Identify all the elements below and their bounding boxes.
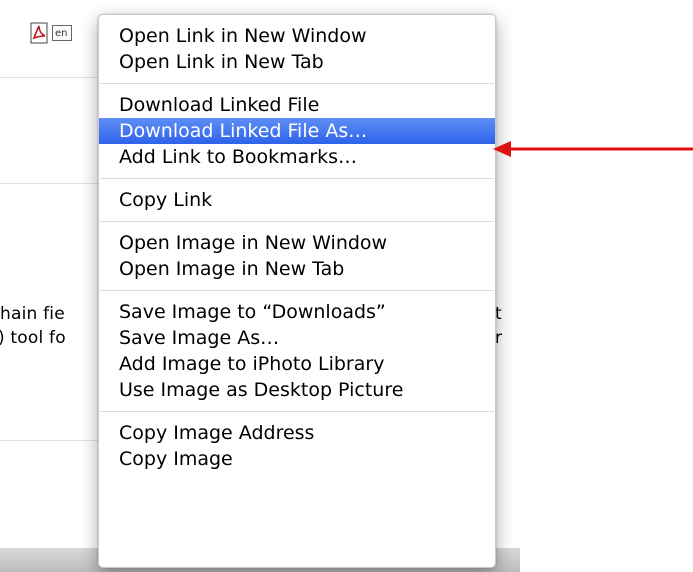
document-icon[interactable]: en [52,25,72,41]
menu-item-use-image-as-desktop-picture[interactable]: Use Image as Desktop Picture [99,377,495,403]
menu-separator [100,290,494,291]
menu-item-open-link-in-new-tab[interactable]: Open Link in New Tab [99,49,495,75]
menu-item-save-image-to-downloads[interactable]: Save Image to “Downloads” [99,299,495,325]
menu-separator [100,83,494,84]
divider [0,77,100,78]
file-icons: en [30,22,72,44]
menu-separator [100,411,494,412]
body-text-fragment: hain fie [0,304,65,324]
menu-item-download-linked-file[interactable]: Download Linked File [99,92,495,118]
body-text-fragment: r [495,328,503,348]
divider [0,183,100,184]
menu-item-open-link-in-new-window[interactable]: Open Link in New Window [99,23,495,49]
menu-item-copy-image[interactable]: Copy Image [99,446,495,472]
menu-separator [100,178,494,179]
menu-item-download-linked-file-as[interactable]: Download Linked File As… [99,118,495,144]
context-menu: Open Link in New Window Open Link in New … [98,14,496,568]
menu-item-add-image-to-iphoto-library[interactable]: Add Image to iPhoto Library [99,351,495,377]
divider [0,440,100,441]
menu-item-copy-image-address[interactable]: Copy Image Address [99,420,495,446]
annotation-arrow [493,141,693,157]
menu-item-save-image-as[interactable]: Save Image As… [99,325,495,351]
menu-item-open-image-in-new-tab[interactable]: Open Image in New Tab [99,256,495,282]
menu-item-copy-link[interactable]: Copy Link [99,187,495,213]
menu-item-add-link-to-bookmarks[interactable]: Add Link to Bookmarks… [99,144,495,170]
menu-separator [100,221,494,222]
menu-item-open-image-in-new-window[interactable]: Open Image in New Window [99,230,495,256]
pdf-icon[interactable] [30,22,48,44]
body-text-fragment: ) tool fo [0,328,66,348]
body-text-fragment: t [495,304,502,324]
